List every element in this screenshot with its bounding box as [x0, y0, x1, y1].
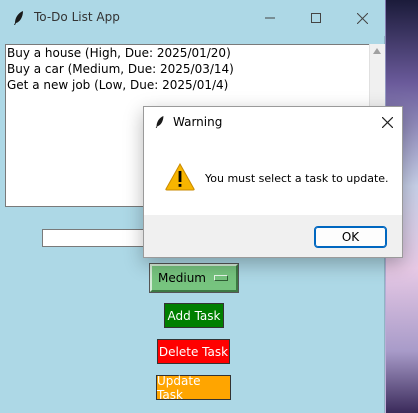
add-task-button[interactable]: Add Task [164, 303, 224, 328]
feather-icon [14, 11, 23, 25]
close-icon [381, 116, 393, 128]
title-bar: To-Do List App [0, 0, 385, 36]
dialog-title-bar: Warning [144, 107, 402, 137]
option-menu-indicator-icon [214, 275, 228, 281]
dialog-close-button[interactable] [378, 113, 396, 131]
task-list-item[interactable]: Buy a car (Medium, Due: 2025/03/14) [6, 61, 369, 77]
dialog-title: Warning [173, 115, 223, 129]
dialog-body: You must select a task to update. [144, 137, 402, 215]
minimize-icon [265, 17, 275, 19]
delete-task-button[interactable]: Delete Task [157, 339, 230, 364]
scroll-up-arrow-icon[interactable] [373, 48, 381, 54]
ok-button[interactable]: OK [314, 226, 387, 248]
update-task-button[interactable]: Update Task [156, 374, 231, 402]
warning-icon [165, 163, 195, 191]
maximize-icon [311, 13, 321, 23]
dialog-message: You must select a task to update. [205, 172, 389, 185]
priority-option-menu[interactable]: Medium [149, 263, 239, 293]
close-button[interactable] [339, 0, 385, 36]
feather-icon [155, 116, 164, 128]
window-title: To-Do List App [34, 10, 120, 24]
priority-selected-label: Medium [158, 271, 206, 285]
dialog-footer: OK [144, 215, 402, 257]
minimize-button[interactable] [247, 0, 293, 36]
warning-dialog: Warning You must select a task to update… [143, 106, 403, 258]
task-list-item[interactable]: Buy a house (High, Due: 2025/01/20) [6, 45, 369, 61]
maximize-button[interactable] [293, 0, 339, 36]
task-list-item[interactable]: Get a new job (Low, Due: 2025/01/4) [6, 77, 369, 93]
close-icon [356, 12, 368, 24]
